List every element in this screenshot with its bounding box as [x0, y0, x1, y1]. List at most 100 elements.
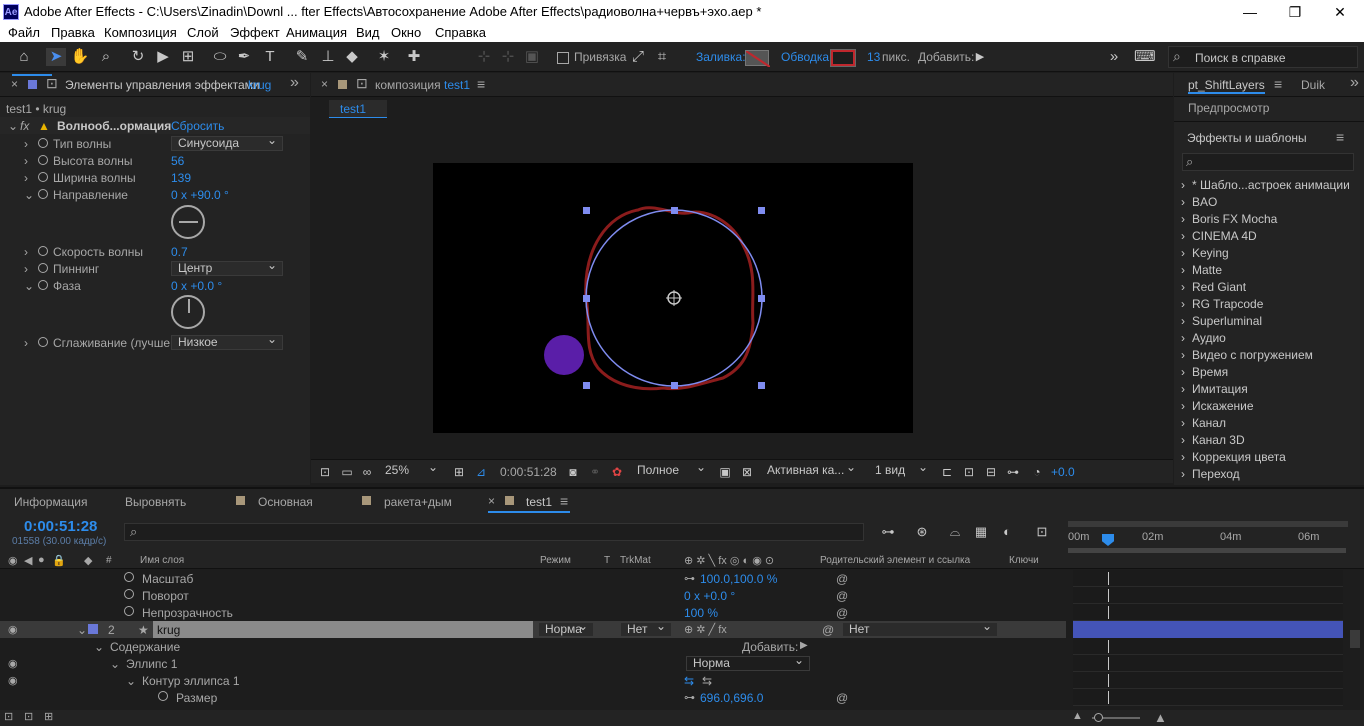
expand-icon[interactable]: › [24, 171, 28, 185]
link-icon[interactable]: ⊶ [684, 691, 695, 704]
expand-icon[interactable]: › [1181, 246, 1185, 260]
expand-toolbar-icon[interactable]: » [1104, 48, 1124, 66]
layer-trkmat-select[interactable]: Нет [620, 620, 672, 637]
effect-category[interactable]: Keying [1192, 246, 1229, 260]
visibility-eye-icon[interactable]: ◉ [8, 623, 18, 636]
expand-icon[interactable]: › [1181, 433, 1185, 447]
duik-tab[interactable]: Duik [1301, 78, 1325, 92]
expand-icon[interactable]: › [1181, 195, 1185, 209]
stopwatch-icon[interactable] [38, 246, 48, 256]
layer-name-header[interactable]: Имя слоя [140, 555, 184, 566]
zoom-in-icon[interactable]: ▲ [1154, 710, 1167, 725]
lock-panel-icon[interactable]: ⊡ [46, 75, 58, 92]
menu-effect[interactable]: Эффект [230, 25, 280, 40]
timeline-timecode[interactable]: 0:00:51:28 [24, 518, 97, 535]
expand-layer-icon[interactable]: ⌄ [77, 623, 87, 637]
effect-category[interactable]: Boris FX Mocha [1192, 212, 1277, 226]
visibility-column-icon[interactable]: ◉ [8, 554, 18, 567]
close-timeline-tab-icon[interactable]: × [488, 494, 495, 508]
show-snapshot-icon[interactable]: ⚭ [585, 463, 605, 481]
tab-align[interactable]: Выровнять [125, 495, 186, 509]
effect-category[interactable]: Канал [1192, 416, 1226, 430]
preview-label[interactable]: Предпросмотр [1188, 101, 1269, 115]
in-out-toggle-icon[interactable]: ⊞ [44, 710, 53, 723]
exposure-value[interactable]: +0.0 [1051, 465, 1075, 479]
effect-category[interactable]: RG Trapcode [1192, 297, 1263, 311]
tab-info[interactable]: Информация [14, 495, 87, 509]
zoom-select[interactable]: 25% [379, 461, 443, 479]
timeline-menu-icon[interactable]: ≡ [560, 493, 568, 509]
effect-category[interactable]: * Шабло...астроек анимации [1192, 178, 1350, 192]
label-column-icon[interactable]: ◆ [84, 554, 92, 567]
views-select[interactable]: 1 вид [869, 461, 933, 479]
effect-controls-tab[interactable]: Элементы управления эффектами [65, 78, 260, 92]
view-axis-icon[interactable]: ▣ [522, 48, 542, 66]
effect-category[interactable]: Matte [1192, 263, 1222, 277]
expand-icon[interactable]: › [1181, 229, 1185, 243]
parent-pickwhip-icon[interactable]: @ [822, 623, 834, 637]
selection-tool-icon[interactable]: ➤ [46, 48, 66, 66]
world-axis-icon[interactable]: ⊹ [498, 48, 518, 66]
solo-column-icon[interactable]: ● [38, 554, 45, 566]
phase-dial[interactable] [171, 295, 205, 329]
transparency-grid-icon[interactable]: ⊠ [737, 463, 757, 481]
layer-duration-bar[interactable] [1073, 621, 1343, 638]
stroke-label[interactable]: Обводка: [781, 50, 832, 64]
layer-mode-select[interactable]: Норма [538, 620, 594, 637]
effect-category[interactable]: Коррекция цвета [1192, 450, 1286, 464]
maximize-button[interactable]: ❐ [1275, 2, 1315, 22]
expand-icon[interactable]: › [1181, 314, 1185, 328]
tab-rocket-comp[interactable]: ракета+дым [384, 495, 452, 509]
expand-icon[interactable]: › [24, 245, 28, 259]
snapping-checkbox[interactable] [557, 52, 569, 64]
effects-search-input[interactable]: ⌕ [1182, 153, 1354, 171]
effect-category[interactable]: Переход [1192, 467, 1240, 481]
expand-icon[interactable]: › [1181, 212, 1185, 226]
panel-menu-icon[interactable]: » [290, 74, 299, 92]
fx-icon[interactable]: fx [20, 119, 29, 133]
collapse-icon[interactable]: ⌄ [8, 119, 18, 133]
expand-icon[interactable]: › [1181, 467, 1185, 481]
expand-icon[interactable]: ⌄ [24, 188, 34, 202]
expand-icon[interactable]: › [24, 336, 28, 350]
prop-value[interactable]: 696.0,696.0 [700, 691, 763, 705]
timeline-scrollbar[interactable] [1350, 630, 1360, 648]
motion-blur-icon[interactable]: ◐ [997, 523, 1017, 541]
effect-category[interactable]: Время [1192, 365, 1228, 379]
monitor-icon[interactable]: ▭ [337, 463, 357, 481]
mode-header[interactable]: Режим [540, 555, 571, 566]
comp-tab-label[interactable]: композиция [375, 78, 441, 92]
expand-icon[interactable]: › [24, 137, 28, 151]
expand-icon[interactable]: ⌄ [110, 657, 120, 671]
expand-icon[interactable]: › [24, 154, 28, 168]
vr-icon[interactable]: ∞ [357, 463, 377, 481]
effect-category[interactable]: Видео с погружением [1192, 348, 1313, 362]
stopwatch-icon[interactable] [38, 280, 48, 290]
prop-value[interactable]: 0 x +90.0 ° [171, 188, 229, 202]
zoom-tool-icon[interactable]: ⌕ [96, 48, 116, 66]
snapshot-icon[interactable]: ◙ [563, 463, 583, 481]
prop-value[interactable]: 56 [171, 154, 184, 168]
prop-value[interactable]: 139 [171, 171, 191, 185]
expand-icon[interactable]: ⌄ [94, 640, 104, 654]
prop-value[interactable]: 0 x +0.0 ° [171, 279, 222, 293]
comp-timecode[interactable]: 0:00:51:28 [500, 465, 557, 479]
text-tool-icon[interactable]: T [260, 48, 280, 66]
visibility-eye-icon[interactable]: ◉ [8, 657, 18, 670]
expand-icon[interactable]: › [1181, 178, 1185, 192]
link-icon[interactable]: ⊶ [684, 572, 695, 585]
effect-category[interactable]: Имитация [1192, 382, 1248, 396]
layer-label-color[interactable] [88, 624, 98, 634]
add-arrow-icon[interactable]: ▶ [800, 640, 808, 651]
effect-category[interactable]: Канал 3D [1192, 433, 1245, 447]
stopwatch-icon[interactable] [158, 691, 168, 701]
frame-blending-icon[interactable]: ▦ [971, 523, 991, 541]
layer-name[interactable]: krug [153, 621, 533, 638]
pickwhip-icon[interactable]: @ [836, 691, 848, 705]
snap-grid-icon[interactable]: ⌗ [652, 48, 672, 66]
pickwhip-icon[interactable]: @ [836, 606, 848, 620]
prop-dropdown[interactable]: Синусоида [171, 134, 283, 151]
parent-header[interactable]: Родительский элемент и ссылка [820, 555, 970, 566]
comp-mini-flowchart-icon[interactable]: ⊶ [878, 523, 898, 541]
work-area-bar[interactable] [1068, 521, 1348, 527]
